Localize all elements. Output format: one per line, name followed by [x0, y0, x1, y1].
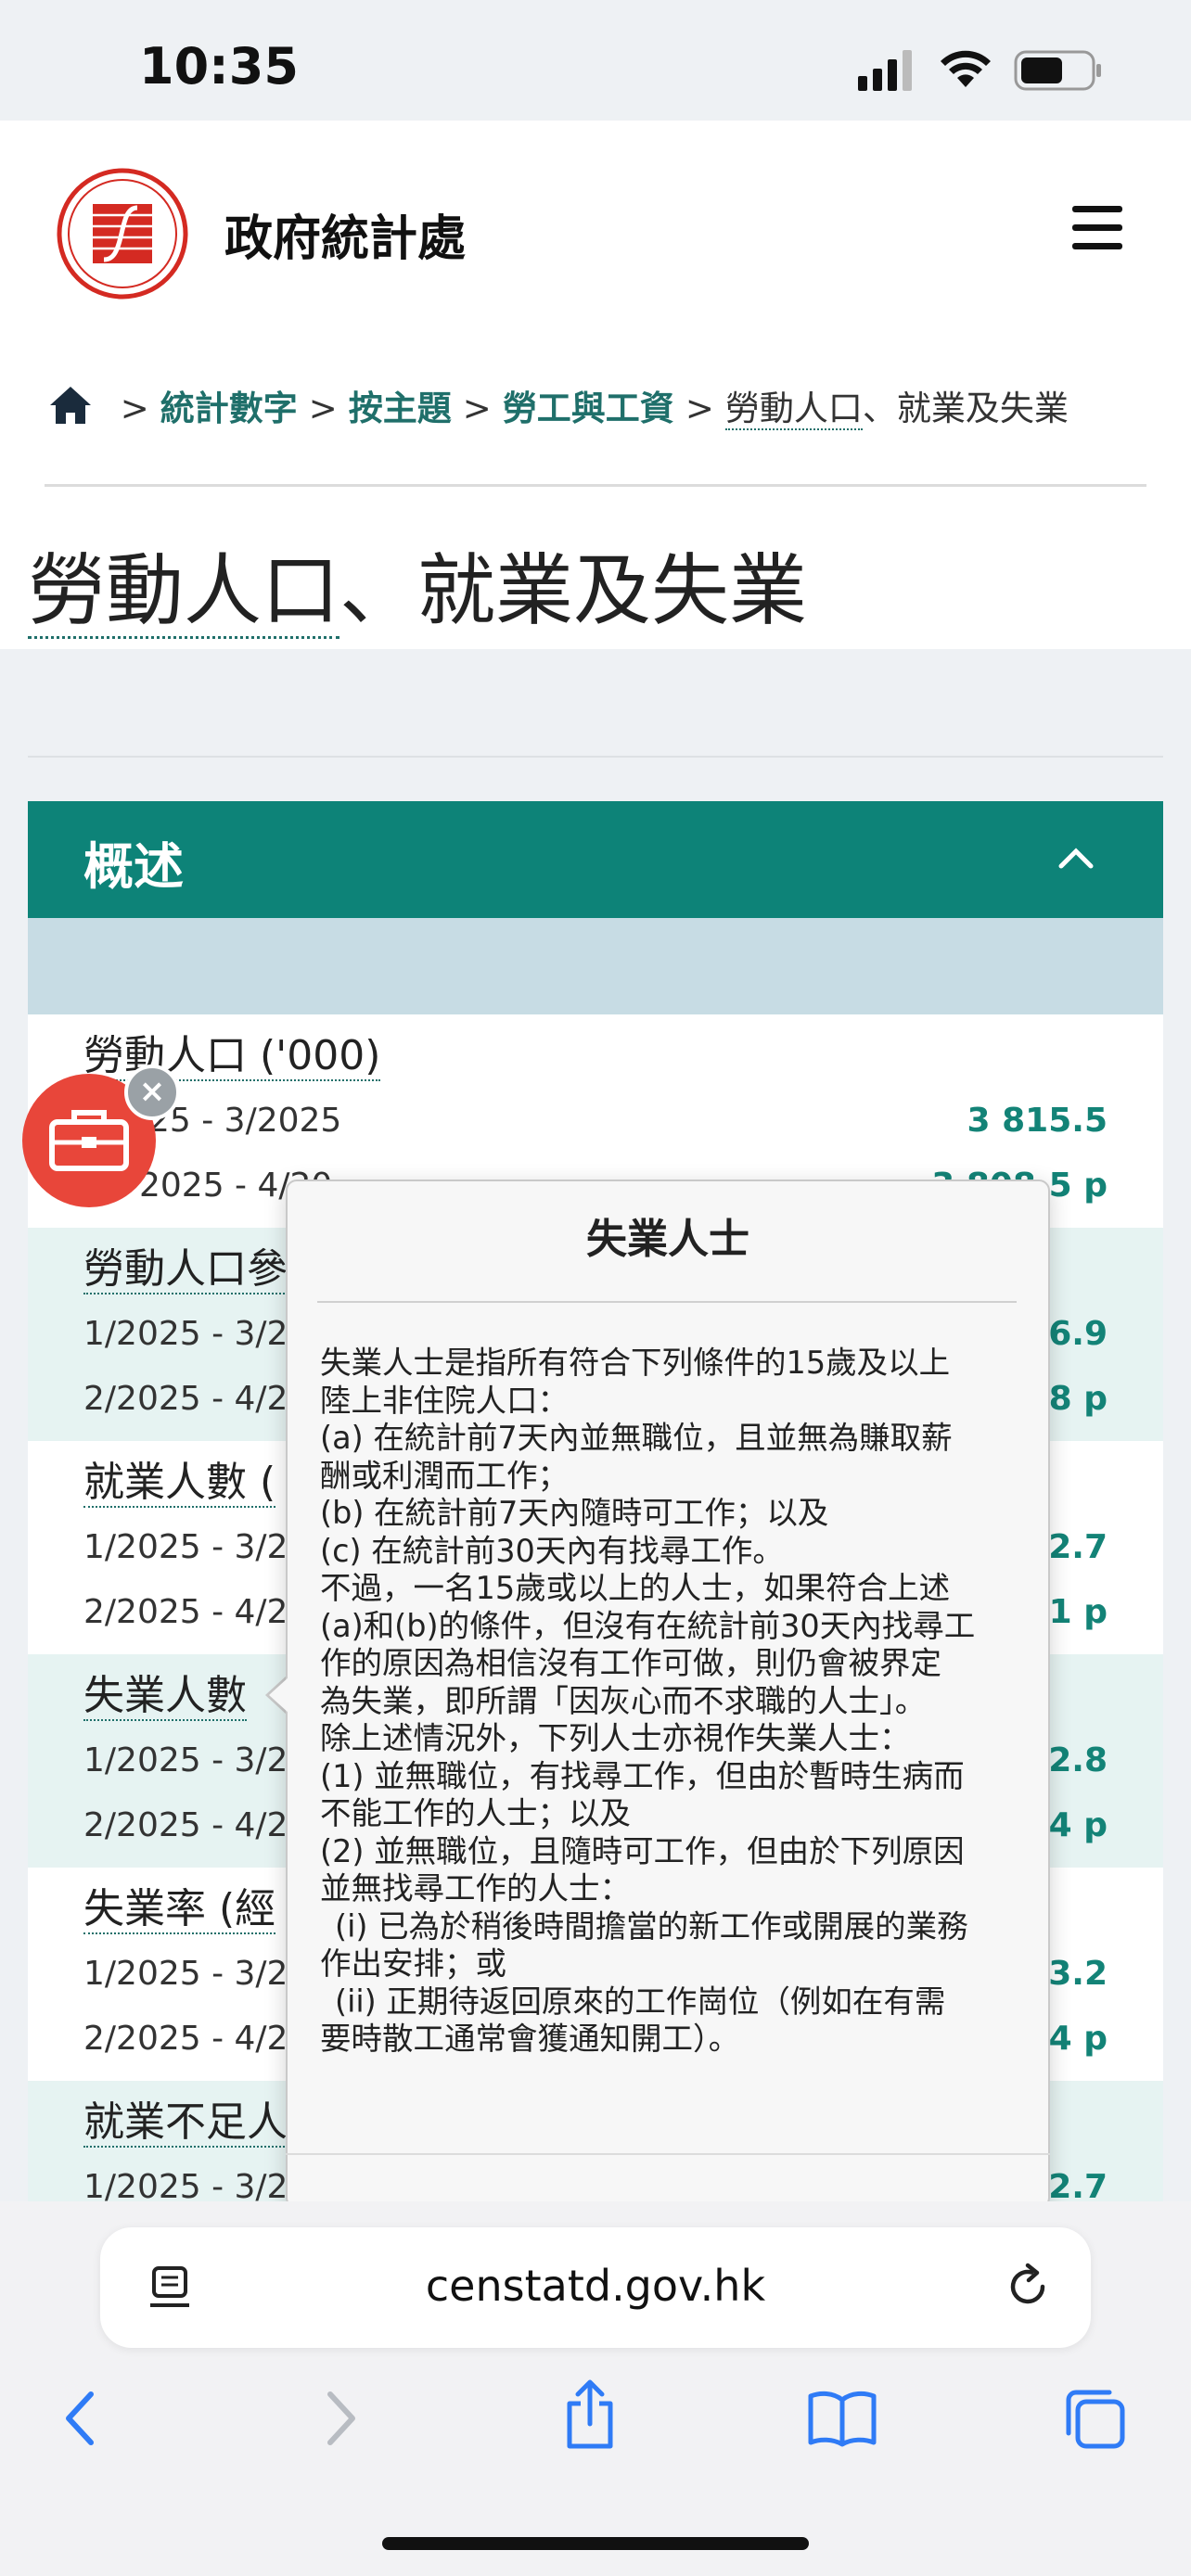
- stat-period: 1/2025 - 3/20: [83, 1528, 310, 1566]
- overview-subheader: [28, 918, 1163, 1014]
- breadcrumb-current: 、就業及失業: [862, 389, 1069, 428]
- bookmarks-icon[interactable]: [807, 2389, 877, 2448]
- tooltip-line: 作的原因為相信沒有工作可做，則仍會被界定: [320, 1645, 941, 1681]
- tooltip-line: 除上述情況外，下列人士亦視作失業人士：: [320, 1720, 911, 1756]
- close-icon[interactable]: ×: [124, 1065, 180, 1120]
- page-title-term[interactable]: 勞動人口: [28, 545, 340, 639]
- stat-period: 2/2025 - 4/20: [83, 1806, 310, 1844]
- censtatd-logo[interactable]: [56, 167, 189, 300]
- divider: [45, 484, 1146, 487]
- breadcrumb-labour[interactable]: 勞工與工資: [503, 389, 674, 428]
- stat-period: 1/2025 - 3/20: [83, 2168, 310, 2206]
- stat-label[interactable]: 失業人數: [83, 1672, 247, 1721]
- tooltip-footer-divider: [286, 2153, 1050, 2155]
- overview-title: 概述: [83, 837, 184, 896]
- tooltip-line: (a)和(b)的條件，但沒有在統計前30天內找尋工: [320, 1607, 976, 1644]
- breadcrumb-separator: >: [308, 389, 338, 428]
- stat-period: 1/2025 - 3/20: [83, 1315, 310, 1353]
- tooltip-line: (ii) 正期待返回原來的工作崗位（例如在有需: [335, 1983, 946, 2020]
- url-text[interactable]: censtatd.gov.hk: [100, 2261, 1091, 2311]
- tooltip-line: 作出安排；或: [320, 1945, 506, 1982]
- stat-value: 3 815.5: [967, 1102, 1108, 1140]
- chevron-up-icon[interactable]: [1057, 846, 1095, 870]
- tooltip-line: 不過，一名15歲或以上的人士，如果符合上述: [320, 1570, 951, 1606]
- tooltip-pointer-fill: [269, 1677, 289, 1714]
- tooltip-line: (1) 並無職位，有找尋工作，但由於暫時生病而: [320, 1757, 965, 1794]
- status-time: 10:35: [139, 37, 299, 96]
- breadcrumb-separator: >: [685, 389, 714, 428]
- tooltip-divider: [317, 1301, 1017, 1303]
- back-icon[interactable]: [59, 2389, 104, 2448]
- divider: [28, 756, 1163, 758]
- home-indicator: [382, 2537, 809, 2550]
- stat-period: 2/2025 - 4/20: [83, 2020, 310, 2058]
- page-title-rest: 、就業及失業: [339, 545, 808, 636]
- page-title: 勞動人口、就業及失業: [28, 529, 807, 641]
- breadcrumb: > 統計數字 > 按主題 > 勞工與工資 > 勞動人口、就業及失業: [48, 380, 1069, 430]
- tooltip-line: 並無找尋工作的人士：: [320, 1870, 631, 1906]
- forward-icon[interactable]: [317, 2389, 362, 2448]
- tabs-icon[interactable]: [1063, 2387, 1128, 2452]
- stat-value: 3.2: [1048, 1955, 1108, 1993]
- stat-label[interactable]: 就業人數 (: [83, 1459, 276, 1508]
- tooltip-line: (c) 在統計前30天內有找尋工作。: [320, 1532, 784, 1569]
- hamburger-menu-icon[interactable]: [1072, 206, 1122, 250]
- stat-period: 25 - 3/2025: [148, 1102, 342, 1140]
- tooltip-line: (b) 在統計前7天內隨時可工作；以及: [320, 1495, 829, 1531]
- overview-accordion-header[interactable]: [28, 801, 1163, 918]
- tooltip-line: 不能工作的人士；以及: [320, 1795, 631, 1831]
- breadcrumb-current-term[interactable]: 勞動人口: [724, 389, 863, 430]
- tooltip-line: (i) 已為於稍後時間擔當的新工作或開展的業務: [335, 1907, 968, 1945]
- tooltip-line: 酬或利潤而工作；: [320, 1457, 569, 1494]
- tooltip-title: 失業人士: [586, 1216, 749, 1263]
- stat-period: 1/2025 - 3/20: [83, 1741, 310, 1779]
- stat-period: 2/2025 - 4/20: [83, 1593, 310, 1631]
- stat-period: 1/2025 - 3/20: [83, 1955, 310, 1993]
- tooltip-body: 失業人士是指所有符合下列條件的15歲及以上 陸上非住院人口： (a) 在統計前7天內…: [320, 1345, 1025, 2059]
- battery-icon: [1014, 50, 1101, 91]
- stat-label[interactable]: 勞動人口參: [83, 1245, 288, 1294]
- breadcrumb-separator: >: [462, 389, 492, 428]
- tooltip-line: 失業人士是指所有符合下列條件的15歲及以上: [320, 1345, 951, 1381]
- site-name[interactable]: 政府統計處: [224, 199, 466, 269]
- tooltip-line: (2) 並無職位，且隨時可工作，但由於下列原因: [320, 1832, 965, 1869]
- tooltip-line: 為失業，即所謂「因灰心而不求職的人士」。: [320, 1682, 927, 1719]
- share-icon[interactable]: [560, 2379, 620, 2450]
- tooltip-line: (a) 在統計前7天內並無職位，且並無為賺取薪: [320, 1420, 953, 1456]
- reload-icon[interactable]: [1004, 2263, 1052, 2311]
- breadcrumb-separator: >: [120, 389, 149, 428]
- tooltip-line: 要時散工通常會獲通知開工）。: [320, 2021, 740, 2057]
- tooltip-line: 陸上非住院人口：: [320, 1382, 569, 1419]
- breadcrumb-by-subject[interactable]: 按主題: [349, 389, 452, 428]
- home-icon[interactable]: [48, 385, 93, 426]
- wifi-icon: [941, 50, 991, 87]
- cellular-signal-icon: [858, 50, 912, 91]
- stat-label[interactable]: 失業率 (經: [83, 1885, 276, 1934]
- breadcrumb-statistics[interactable]: 統計數字: [160, 389, 298, 428]
- stat-period: 2/2025 - 4/20: [83, 1380, 310, 1418]
- stat-label[interactable]: 就業不足人: [83, 2098, 288, 2148]
